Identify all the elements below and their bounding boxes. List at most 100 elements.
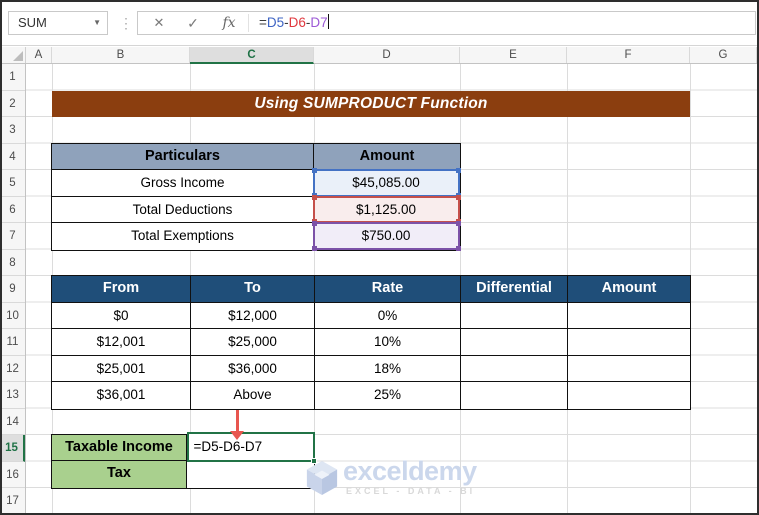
row-header-3[interactable]: 3 xyxy=(0,117,25,144)
row-header-11[interactable]: 11 xyxy=(0,329,25,356)
table-cell[interactable]: $25,001 xyxy=(52,355,191,383)
row-header-10[interactable]: 10 xyxy=(0,303,25,329)
table-cell[interactable] xyxy=(461,329,568,356)
row-header-15[interactable]: 15 xyxy=(0,435,25,462)
active-cell-C15[interactable]: =D5-D6-D7 xyxy=(186,431,317,464)
ref-handle[interactable] xyxy=(455,245,461,251)
formula-part-0: = xyxy=(259,15,267,30)
column-header-D[interactable]: D xyxy=(314,47,460,63)
tax-label[interactable]: Tax xyxy=(52,461,187,489)
table-cell[interactable]: $36,000 xyxy=(191,355,315,383)
row-header-14[interactable]: 14 xyxy=(0,409,25,435)
column-header-B[interactable]: B xyxy=(52,47,190,63)
ref-handle[interactable] xyxy=(455,168,461,174)
column-header-A[interactable]: A xyxy=(26,47,52,63)
red-annotation-arrow-icon xyxy=(230,410,244,440)
ref-box-D7[interactable]: $750.00 xyxy=(311,221,461,251)
ref-handle[interactable] xyxy=(311,194,317,200)
spreadsheet-app: SUM ▼ ⋮ ✕ ✓ fx =D5-D6-D7 ABCDEFG 1234567… xyxy=(0,0,759,515)
row-header-2[interactable]: 2 xyxy=(0,91,25,117)
bracket-header-differential[interactable]: Differential xyxy=(461,276,568,303)
ref-handle[interactable] xyxy=(455,194,461,200)
ref-handle[interactable] xyxy=(311,221,317,227)
cell-gross-income-label[interactable]: Gross Income xyxy=(52,170,314,197)
gridline xyxy=(757,64,758,514)
name-box-dropdown-icon[interactable]: ▼ xyxy=(93,12,101,34)
insert-function-icon[interactable]: fx xyxy=(216,12,242,34)
formula-part-5: D7 xyxy=(310,15,328,30)
table-cell[interactable] xyxy=(568,329,690,356)
exceldemy-watermark: exceldemy EXCEL - DATA - BI xyxy=(305,458,477,498)
column-header-strip: ABCDEFG xyxy=(0,47,759,64)
table-cell[interactable]: $0 xyxy=(52,302,191,330)
income-table-header-amount[interactable]: Amount xyxy=(314,143,460,171)
enter-icon[interactable]: ✓ xyxy=(180,12,206,34)
watermark-tagline: EXCEL - DATA - BI xyxy=(346,486,476,496)
fill-handle[interactable] xyxy=(311,458,317,464)
watermark-brand: exceldemy xyxy=(343,456,477,486)
cell-total-exemptions-label[interactable]: Total Exemptions xyxy=(52,223,314,250)
formula-bar: SUM ▼ ⋮ ✕ ✓ fx =D5-D6-D7 xyxy=(0,0,759,46)
formula-input-area: ✕ ✓ fx =D5-D6-D7 xyxy=(137,11,756,35)
row-header-17[interactable]: 17 xyxy=(0,488,25,515)
bracket-header-amount[interactable]: Amount xyxy=(568,276,690,303)
text-cursor xyxy=(327,14,329,29)
table-cell[interactable] xyxy=(461,355,568,383)
ref-value-D5: $45,085.00 xyxy=(352,175,420,191)
tax-bracket-table: From To Rate Differential Amount $0 $12,… xyxy=(51,275,691,410)
row-header-13[interactable]: 13 xyxy=(0,382,25,409)
table-cell[interactable]: 0% xyxy=(315,302,461,330)
income-table-header-particulars[interactable]: Particulars xyxy=(52,143,314,171)
table-cell[interactable] xyxy=(568,356,690,383)
ref-box-D6[interactable]: $1,125.00 xyxy=(311,194,461,225)
row-header-16[interactable]: 16 xyxy=(0,462,25,488)
cell-C16[interactable] xyxy=(187,461,314,488)
column-header-E[interactable]: E xyxy=(460,47,567,63)
column-header-C[interactable]: C xyxy=(190,47,314,64)
row-header-12[interactable]: 12 xyxy=(0,356,25,382)
title-banner: Using SUMPRODUCT Function xyxy=(52,90,690,117)
taxable-income-label[interactable]: Taxable Income xyxy=(52,434,187,462)
formula-part-1: D5 xyxy=(266,15,285,30)
table-cell[interactable]: $12,001 xyxy=(52,329,191,356)
select-all-triangle-icon xyxy=(13,51,23,61)
table-cell[interactable]: $36,001 xyxy=(52,382,191,409)
column-header-F[interactable]: F xyxy=(567,47,690,63)
row-header-5[interactable]: 5 xyxy=(0,170,25,197)
table-cell[interactable]: 10% xyxy=(315,329,461,356)
cancel-icon[interactable]: ✕ xyxy=(146,12,172,34)
table-cell[interactable] xyxy=(568,382,690,409)
row-header-8[interactable]: 8 xyxy=(0,250,25,276)
row-header-6[interactable]: 6 xyxy=(0,197,25,223)
table-cell[interactable] xyxy=(568,303,690,330)
formula-bar-separator-dots-icon: ⋮ xyxy=(119,15,133,31)
ref-handle[interactable] xyxy=(455,221,461,227)
row-header-4[interactable]: 4 xyxy=(0,144,25,170)
in-cell-formula: =D5-D6-D7 xyxy=(193,438,263,454)
ref-handle[interactable] xyxy=(311,245,317,251)
ref-value-D6: $1,125.00 xyxy=(355,201,417,217)
ref-box-D5[interactable]: $45,085.00 xyxy=(311,168,461,198)
bracket-header-from[interactable]: From xyxy=(52,276,191,303)
row-header-1[interactable]: 1 xyxy=(0,64,25,91)
name-box[interactable]: SUM ▼ xyxy=(8,11,108,35)
row-header-7[interactable]: 7 xyxy=(0,223,25,250)
ref-value-D7: $750.00 xyxy=(361,228,411,244)
table-cell[interactable]: Above xyxy=(191,382,315,409)
formula-input[interactable]: =D5-D6-D7 xyxy=(259,12,329,34)
bracket-header-rate[interactable]: Rate xyxy=(315,276,461,303)
select-all-button[interactable] xyxy=(0,47,26,63)
table-cell[interactable]: $25,000 xyxy=(191,329,315,356)
column-header-G[interactable]: G xyxy=(690,47,757,63)
name-box-value: SUM xyxy=(18,15,47,30)
table-cell[interactable] xyxy=(461,382,568,409)
ref-handle[interactable] xyxy=(311,168,317,174)
table-cell[interactable] xyxy=(461,302,568,330)
table-cell[interactable]: 18% xyxy=(315,355,461,383)
formula-part-3: D6 xyxy=(288,15,306,30)
bracket-header-to[interactable]: To xyxy=(191,276,315,303)
table-cell[interactable]: $12,000 xyxy=(191,302,315,330)
row-header-9[interactable]: 9 xyxy=(0,276,25,303)
cell-total-deductions-label[interactable]: Total Deductions xyxy=(52,196,314,224)
table-cell[interactable]: 25% xyxy=(315,382,461,409)
